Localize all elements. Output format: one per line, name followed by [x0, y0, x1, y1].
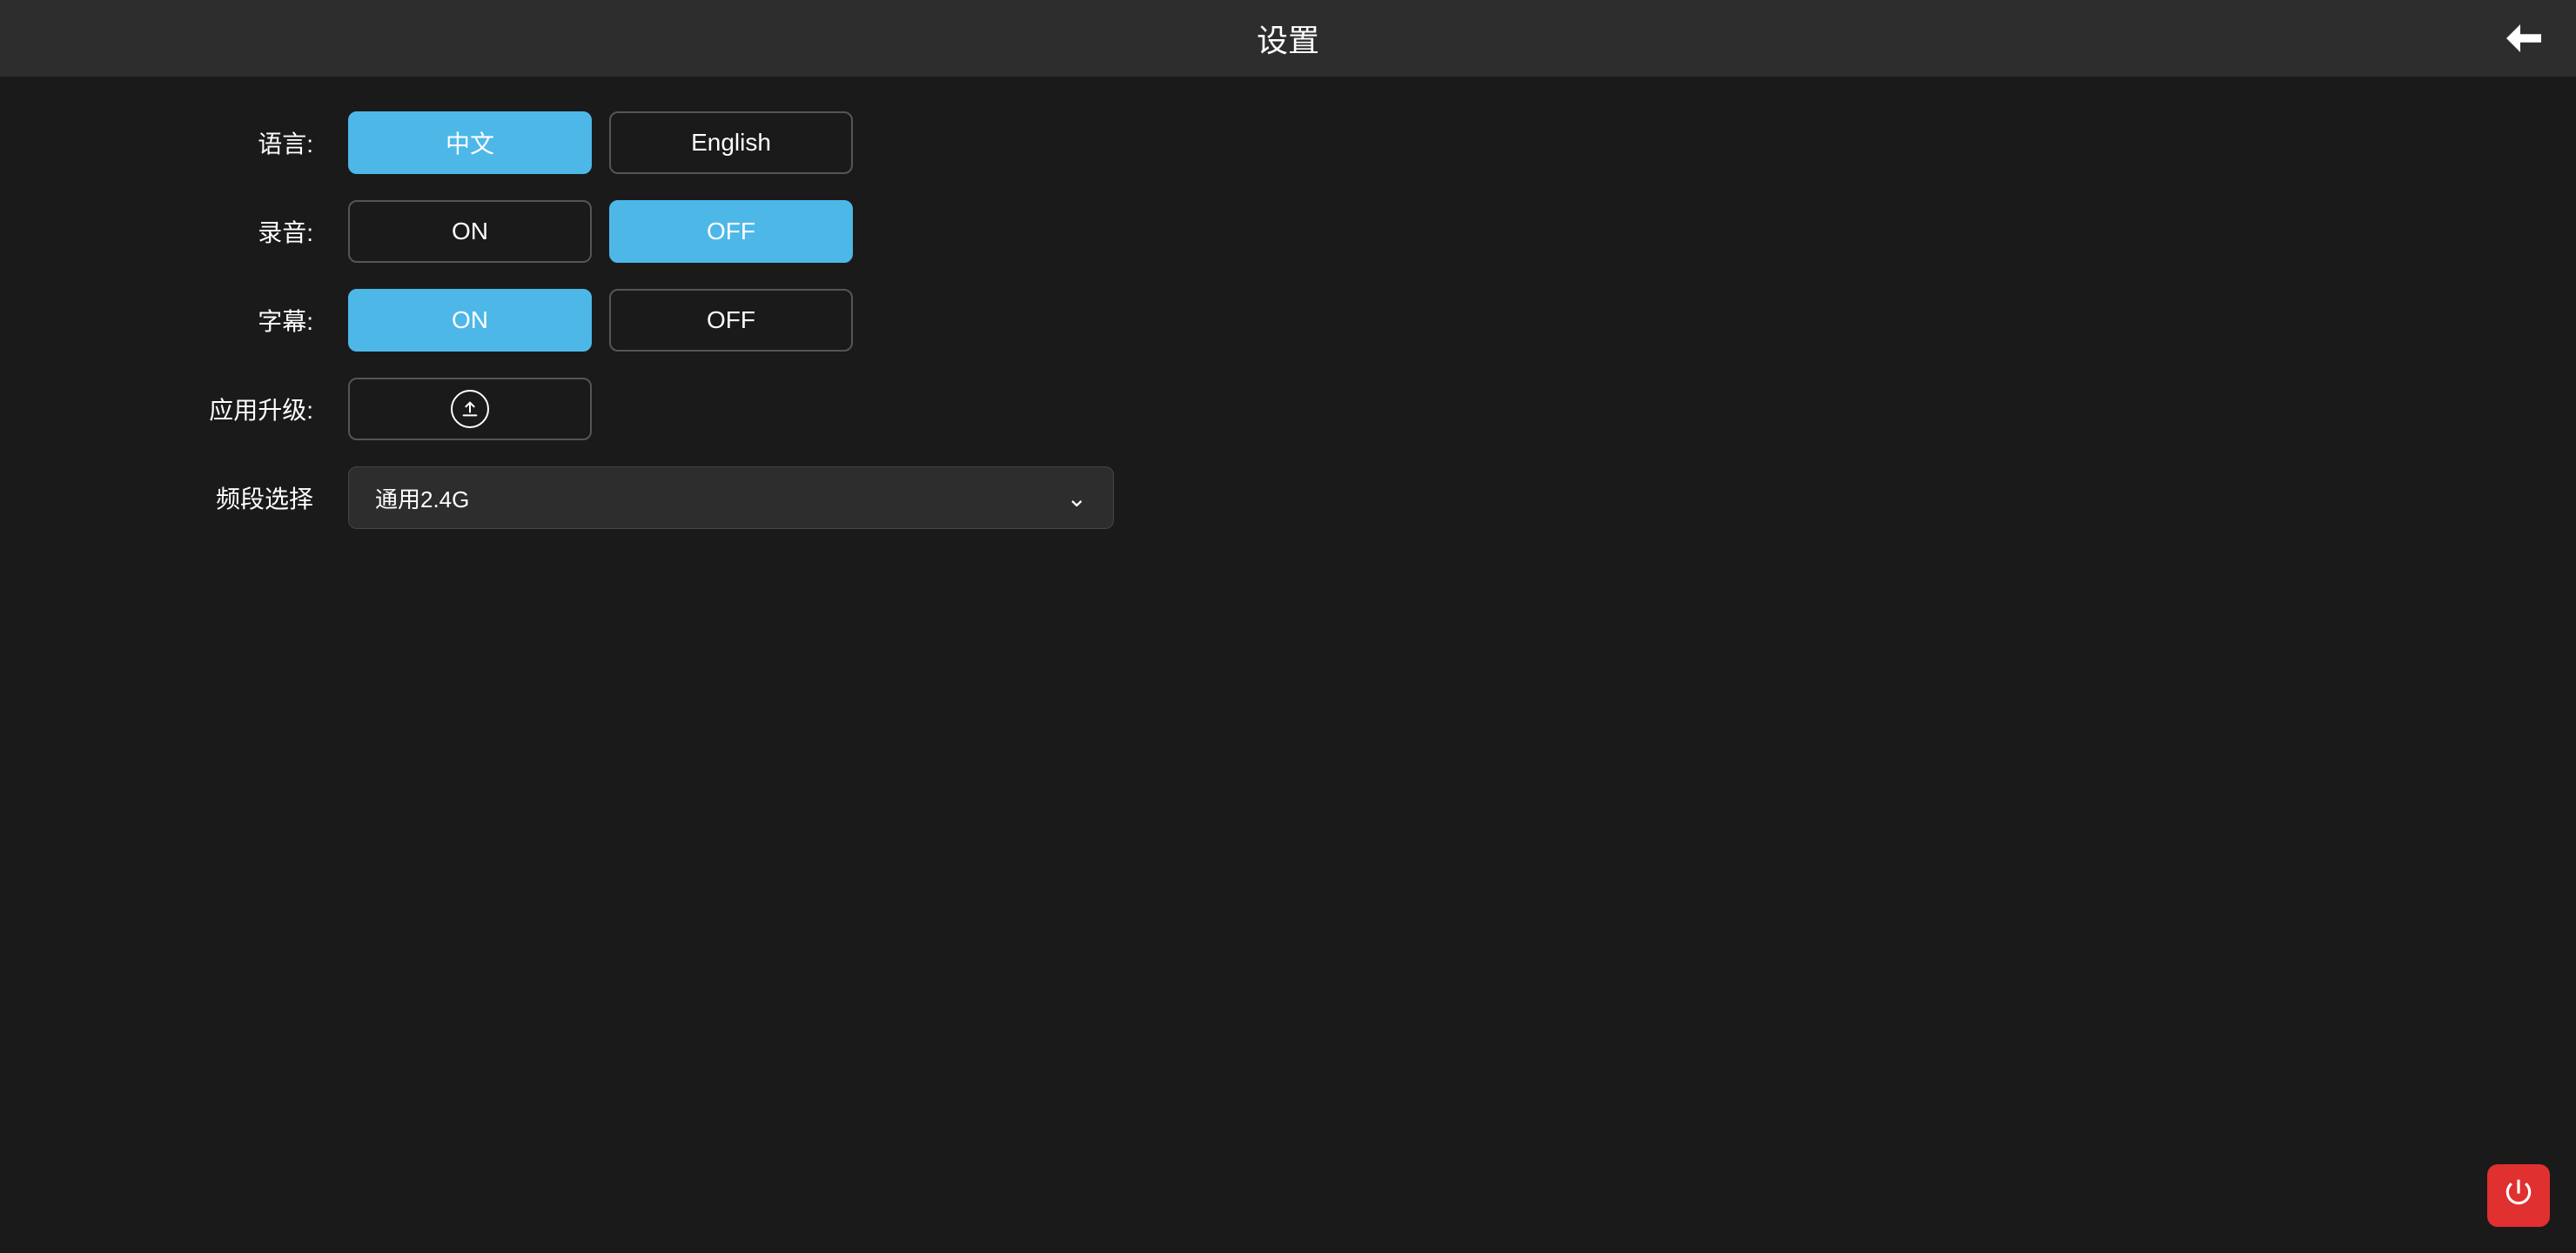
frequency-row: 频段选择 通用2.4G ⌄: [157, 466, 2419, 529]
upgrade-label: 应用升级:: [157, 392, 313, 426]
frequency-select[interactable]: 通用2.4G ⌄: [348, 466, 1114, 529]
settings-content: 语言: 中文 English 录音: ON OFF 字幕: ON OFF 应用升…: [0, 77, 2576, 1253]
language-button-group: 中文 English: [348, 111, 853, 174]
recording-label: 录音:: [157, 214, 313, 249]
subtitle-on-button[interactable]: ON: [348, 289, 592, 352]
page-title: 设置: [1257, 16, 1319, 61]
subtitle-off-button[interactable]: OFF: [609, 289, 853, 352]
recording-button-group: ON OFF: [348, 200, 853, 263]
recording-off-button[interactable]: OFF: [609, 200, 853, 263]
subtitle-button-group: ON OFF: [348, 289, 853, 352]
chevron-down-icon: ⌄: [1067, 484, 1087, 513]
power-button[interactable]: [2487, 1164, 2550, 1227]
upgrade-button[interactable]: [348, 378, 592, 440]
power-icon: [2502, 1176, 2535, 1216]
back-icon: [2506, 23, 2541, 54]
header: 设置: [0, 0, 2576, 77]
recording-row: 录音: ON OFF: [157, 200, 2419, 263]
subtitle-row: 字幕: ON OFF: [157, 289, 2419, 352]
recording-on-button[interactable]: ON: [348, 200, 592, 263]
language-english-button[interactable]: English: [609, 111, 853, 174]
frequency-current-value: 通用2.4G: [375, 482, 1067, 514]
upload-icon: [451, 390, 489, 428]
back-button[interactable]: [2506, 23, 2541, 54]
subtitle-label: 字幕:: [157, 303, 313, 338]
language-row: 语言: 中文 English: [157, 111, 2419, 174]
upgrade-row: 应用升级:: [157, 378, 2419, 440]
frequency-label: 频段选择: [157, 480, 313, 515]
language-label: 语言:: [157, 125, 313, 160]
language-chinese-button[interactable]: 中文: [348, 111, 592, 174]
